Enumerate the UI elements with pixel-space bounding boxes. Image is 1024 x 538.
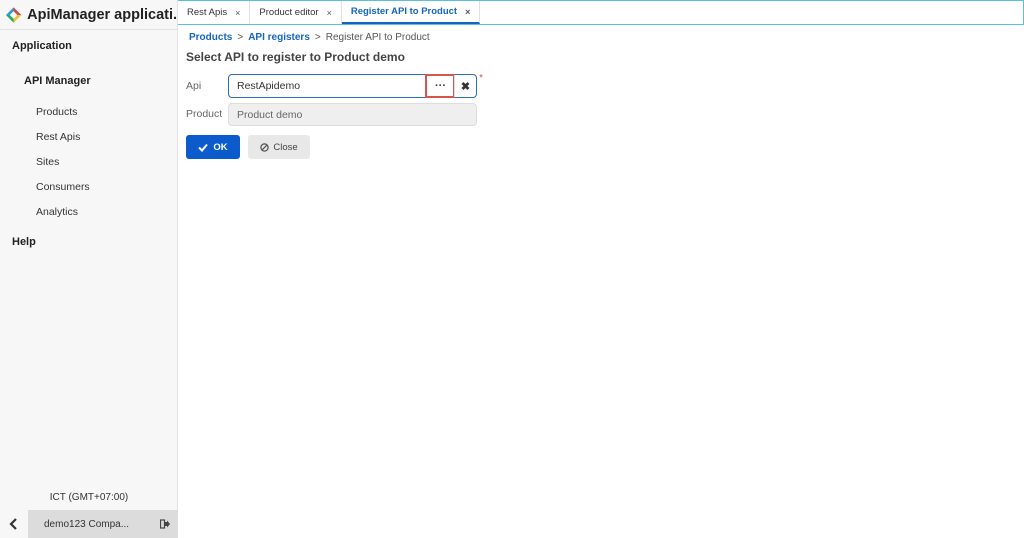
sidebar-item-products[interactable]: Products <box>36 106 77 118</box>
close-button-label: Close <box>273 141 298 153</box>
sidebar-item-analytics[interactable]: Analytics <box>36 206 78 218</box>
ban-icon <box>260 142 270 152</box>
tab-register-api-to-product[interactable]: Register API to Product × <box>341 1 481 24</box>
api-input[interactable] <box>229 75 426 97</box>
ok-button-label: OK <box>213 141 228 153</box>
diamond-logo-icon <box>6 6 22 23</box>
sign-out-icon[interactable] <box>160 519 170 529</box>
close-icon[interactable]: × <box>235 8 240 18</box>
timezone-label: ICT (GMT+07:00) <box>49 492 129 503</box>
menu-section-help[interactable]: Help <box>0 236 36 248</box>
tab-rest-apis[interactable]: Rest Apis × <box>178 1 251 24</box>
product-field <box>228 103 477 126</box>
close-icon[interactable]: × <box>327 8 332 18</box>
chevron-left-icon <box>9 518 17 530</box>
menu-section-application[interactable]: Application <box>0 40 72 52</box>
breadcrumb-separator: > <box>314 32 321 43</box>
tab-label: Register API to Product <box>350 6 458 17</box>
check-icon <box>198 143 209 152</box>
breadcrumb-separator: > <box>237 32 244 43</box>
user-name: demo123 Compa... <box>44 518 130 530</box>
close-button[interactable]: Close <box>248 135 310 159</box>
api-lookup-button[interactable]: ··· <box>425 74 455 98</box>
api-clear-button[interactable]: ✖ <box>454 75 476 97</box>
collapse-sidebar-button[interactable] <box>0 510 28 538</box>
tab-bar: Rest Apis × Product editor × Register AP… <box>178 0 1024 25</box>
sidebar-item-sites[interactable]: Sites <box>36 156 59 168</box>
close-icon[interactable]: × <box>465 7 470 17</box>
tab-label: Product editor <box>259 7 319 18</box>
tab-label: Rest Apis <box>187 7 228 18</box>
app-title: ApiManager applicati... <box>27 6 177 23</box>
api-picker-field: ··· ✖ <box>228 74 477 98</box>
sidebar-bottom-bar: demo123 Compa... <box>0 510 178 538</box>
breadcrumb: Products > API registers > Register API … <box>189 32 430 43</box>
breadcrumb-products-link[interactable]: Products <box>189 32 232 43</box>
product-label: Product <box>186 108 223 120</box>
breadcrumb-api-registers-link[interactable]: API registers <box>248 32 310 43</box>
sidebar: ApiManager applicati... Application API … <box>0 0 178 538</box>
user-menu[interactable]: demo123 Compa... <box>28 510 178 538</box>
sidebar-item-rest-apis[interactable]: Rest Apis <box>36 131 80 143</box>
api-label: Api <box>186 80 202 92</box>
product-input <box>229 104 476 125</box>
menu-group-api-manager[interactable]: API Manager <box>24 75 91 87</box>
tab-product-editor[interactable]: Product editor × <box>250 1 342 24</box>
app-header: ApiManager applicati... <box>0 0 177 30</box>
required-marker: * <box>479 73 483 84</box>
ok-button[interactable]: OK <box>186 135 240 159</box>
sidebar-item-consumers[interactable]: Consumers <box>36 181 90 193</box>
breadcrumb-current: Register API to Product <box>325 32 430 43</box>
page-title: Select API to register to Product demo <box>186 50 405 64</box>
